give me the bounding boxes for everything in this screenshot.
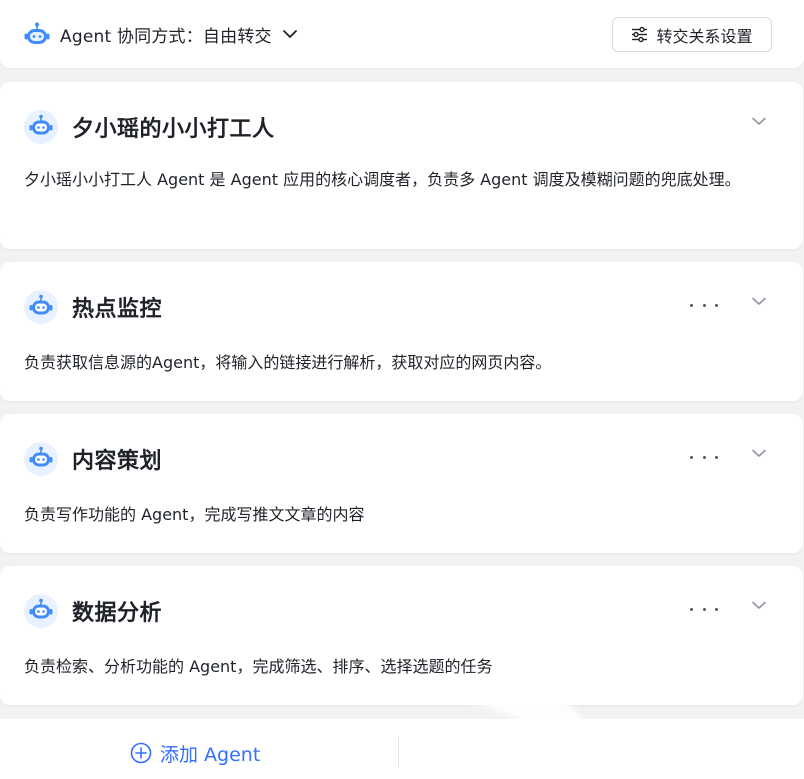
agent-card-header: 内容策划 <box>24 442 162 476</box>
more-options-button[interactable] <box>690 449 718 465</box>
robot-icon <box>24 442 58 476</box>
more-horizontal-icon <box>690 303 693 307</box>
agent-description: 负责写作功能的 Agent，完成写推文文章的内容 <box>24 505 365 524</box>
robot-icon <box>24 594 58 628</box>
agent-card: 夕小瑶的小小打工人 夕小瑶小小打工人 Agent 是 Agent 应用的核心调度… <box>0 82 803 249</box>
sliders-icon <box>632 26 648 43</box>
chevron-down-icon[interactable] <box>750 596 768 614</box>
collaboration-mode-dropdown[interactable]: Agent 协同方式：自由转交 <box>24 20 298 48</box>
divider <box>398 737 399 767</box>
agent-description: 夕小瑶小小打工人 Agent 是 Agent 应用的核心调度者，负责多 Agen… <box>24 170 741 189</box>
add-agent-label: 添加 Agent <box>160 743 261 766</box>
chevron-down-icon[interactable] <box>750 292 768 310</box>
agent-title: 数据分析 <box>72 601 163 626</box>
handoff-settings-label: 转交关系设置 <box>656 26 753 46</box>
add-agent-button[interactable]: 添加 Agent <box>130 741 261 766</box>
chevron-down-icon[interactable] <box>750 444 768 462</box>
agent-card: 内容策划 负责写作功能的 Agent，完成写推文文章的内容 <box>0 414 803 553</box>
agent-description: 负责获取信息源的Agent，将输入的链接进行解析，获取对应的网页内容。 <box>24 353 552 372</box>
agent-card: 热点监控 负责获取信息源的Agent，将输入的链接进行解析，获取对应的网页内容。 <box>0 262 803 401</box>
more-options-button[interactable] <box>690 297 718 313</box>
header-bar: Agent 协同方式：自由转交 转交关系设置 <box>0 0 804 68</box>
agent-card-header: 热点监控 <box>24 290 162 324</box>
agent-description: 负责检索、分析功能的 Agent，完成筛选、排序、选择选题的任务 <box>24 657 493 676</box>
robot-icon <box>24 110 58 144</box>
collaboration-mode-label: Agent 协同方式：自由转交 <box>60 26 272 47</box>
agent-card-header: 夕小瑶的小小打工人 <box>24 110 275 144</box>
agent-title: 热点监控 <box>72 297 163 322</box>
agent-card-header: 数据分析 <box>24 594 162 628</box>
chevron-down-icon <box>282 30 297 38</box>
chevron-down-icon[interactable] <box>750 112 768 130</box>
agent-card: 数据分析 负责检索、分析功能的 Agent，完成筛选、排序、选择选题的任务 <box>0 566 803 705</box>
more-options-button[interactable] <box>690 601 718 617</box>
footer-bar: 添加 Agent <box>0 719 804 779</box>
plus-circle-icon <box>130 742 152 764</box>
agent-title: 内容策划 <box>72 449 163 474</box>
handoff-settings-button[interactable]: 转交关系设置 <box>612 17 772 52</box>
more-horizontal-icon <box>690 455 693 459</box>
more-horizontal-icon <box>690 607 693 611</box>
agent-title: 夕小瑶的小小打工人 <box>72 117 275 142</box>
robot-icon <box>24 22 50 44</box>
robot-icon <box>24 290 58 324</box>
